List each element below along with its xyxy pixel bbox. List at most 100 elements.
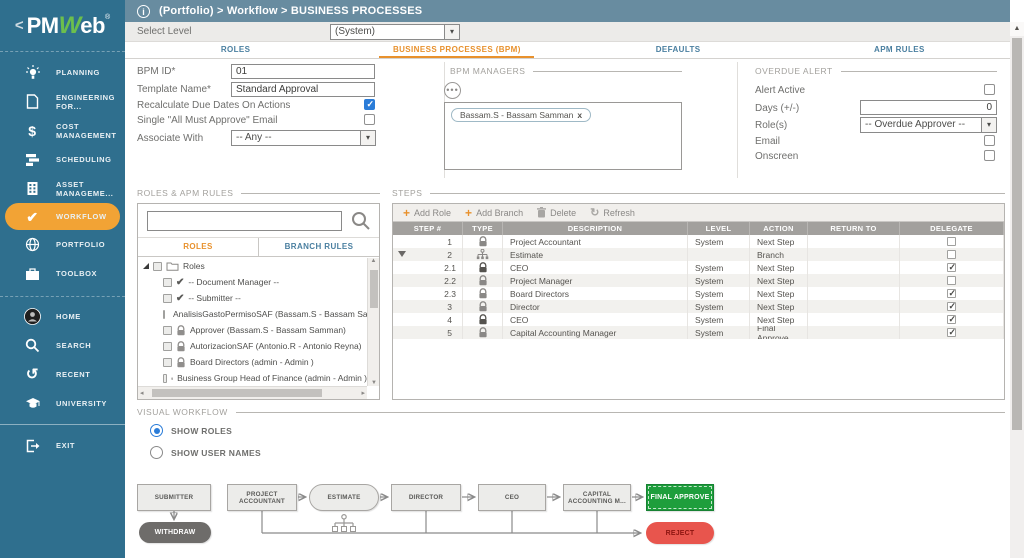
step-row[interactable]: 2.3 Board Directors System Next Step — [393, 287, 1004, 300]
recalculate-checkbox[interactable] — [364, 99, 375, 110]
bpm-id-input[interactable] — [231, 64, 375, 79]
delete-button[interactable]: Delete — [537, 207, 576, 218]
step-row[interactable]: 2.1 CEO System Next Step — [393, 261, 1004, 274]
col-action[interactable]: ACTION — [750, 222, 808, 235]
sidebar-item-university[interactable]: UNIVERSITY — [0, 389, 125, 418]
show-roles-radio[interactable] — [150, 424, 163, 437]
tab-defaults[interactable]: DEFAULTS — [568, 42, 789, 58]
node-withdraw[interactable]: WITHDRAW — [139, 522, 211, 543]
tree-vertical-scrollbar[interactable]: ▲ ▼ — [367, 258, 379, 386]
sidebar-item-portfolio[interactable]: PORTFOLIO — [0, 230, 125, 259]
col-delegate[interactable]: DELEGATE — [900, 222, 1004, 235]
add-role-button[interactable]: + Add Role — [403, 207, 451, 219]
tree-root-row[interactable]: Roles — [138, 258, 367, 274]
col-step[interactable]: STEP # — [393, 222, 463, 235]
delegate-checkbox[interactable] — [947, 262, 956, 273]
associate-with-dropdown[interactable]: -- Any -- ▾ — [231, 130, 376, 146]
tab-roles[interactable]: ROLES — [125, 42, 346, 58]
delegate-checkbox[interactable] — [947, 314, 956, 325]
overdue-roles-dropdown[interactable]: -- Overdue Approver -- ▾ — [860, 117, 997, 133]
manager-chip[interactable]: Bassam.S - Bassam Samman x — [451, 108, 592, 122]
step-row[interactable]: 3 Director System Next Step — [393, 300, 1004, 313]
days-input[interactable] — [860, 100, 997, 115]
tree-checkbox[interactable] — [163, 341, 172, 351]
add-branch-button[interactable]: + Add Branch — [465, 207, 523, 219]
tree-checkbox[interactable] — [163, 293, 172, 303]
sidebar-item-search[interactable]: SEARCH — [0, 331, 125, 360]
step-row[interactable]: 5 Capital Accounting Manager System Fina… — [393, 326, 1004, 339]
tree-checkbox[interactable] — [163, 357, 172, 367]
sidebar-item-planning[interactable]: PLANNING — [0, 58, 125, 87]
chevron-down-icon[interactable]: ▾ — [360, 131, 375, 145]
page-scrollbar[interactable]: ▲ — [1010, 22, 1024, 558]
email-checkbox[interactable] — [984, 135, 995, 146]
tab-apm-rules[interactable]: APM RULES — [789, 42, 1010, 58]
sidebar-item-engineering-forms[interactable]: ENGINEERING FOR... — [0, 87, 125, 116]
col-level[interactable]: LEVEL — [688, 222, 750, 235]
tree-item[interactable]: AutorizacionSAF (Antonio.R - Antonio Rey… — [138, 338, 367, 354]
tree-checkbox[interactable] — [153, 261, 162, 271]
collapse-row-icon[interactable] — [398, 251, 406, 257]
tree-item[interactable]: Board Directors (admin - Admin ) — [138, 354, 367, 370]
tree-checkbox[interactable] — [163, 325, 172, 335]
tree-expand-icon[interactable] — [143, 263, 149, 269]
tree-horizontal-scrollbar[interactable]: ◂ ▸ — [138, 386, 367, 399]
delegate-checkbox[interactable] — [947, 250, 956, 259]
sidebar-item-recent[interactable]: ↺ RECENT — [0, 360, 125, 389]
delegate-checkbox[interactable] — [947, 301, 956, 312]
sidebar-item-toolbox[interactable]: TOOLBOX — [0, 259, 125, 288]
delegate-checkbox[interactable] — [947, 237, 956, 246]
onscreen-checkbox[interactable] — [984, 150, 995, 161]
sidebar-item-asset-management[interactable]: ASSET MANAGEME... — [0, 174, 125, 203]
node-final-approve[interactable]: FINAL APPROVE — [646, 484, 714, 511]
tree-checkbox[interactable] — [163, 277, 172, 287]
node-capital-accounting[interactable]: CAPITAL ACCOUNTING M... — [563, 484, 631, 511]
alert-active-checkbox[interactable] — [984, 84, 995, 95]
template-name-input[interactable] — [231, 82, 375, 97]
scrollbar-thumb[interactable] — [1012, 38, 1022, 430]
sidebar-item-scheduling[interactable]: SCHEDULING — [0, 145, 125, 174]
delegate-checkbox[interactable] — [947, 276, 956, 285]
roles-search-input[interactable] — [147, 211, 342, 231]
tree-item[interactable]: ✔ -- Document Manager -- — [138, 274, 367, 290]
chip-remove-icon[interactable]: x — [577, 110, 582, 120]
bpm-managers-picker-button[interactable]: ••• — [444, 82, 461, 99]
refresh-button[interactable]: ↻ Refresh — [590, 206, 635, 219]
sidebar-item-workflow[interactable]: ✔ WORKFLOW — [5, 203, 120, 230]
scroll-up-icon[interactable]: ▲ — [1010, 22, 1024, 36]
step-row[interactable]: 4 CEO System Next Step — [393, 313, 1004, 326]
pmweb-logo[interactable]: < PM W eb ® — [0, 0, 125, 52]
col-type[interactable]: TYPE — [463, 222, 503, 235]
step-row[interactable]: 2.2 Project Manager System Next Step — [393, 274, 1004, 287]
single-email-checkbox[interactable] — [364, 114, 375, 125]
chevron-down-icon[interactable]: ▾ — [981, 118, 996, 132]
info-icon[interactable]: i — [137, 4, 150, 18]
collapse-chevron-icon[interactable]: < — [15, 17, 24, 34]
node-ceo[interactable]: CEO — [478, 484, 546, 511]
tree-item[interactable]: Approver (Bassam.S - Bassam Samman) — [138, 322, 367, 338]
node-estimate[interactable]: ESTIMATE — [309, 484, 379, 511]
step-row[interactable]: 1 Project Accountant System Next Step — [393, 235, 1004, 248]
chevron-down-icon[interactable]: ▾ — [444, 24, 459, 39]
col-description[interactable]: DESCRIPTION — [503, 222, 688, 235]
delegate-checkbox[interactable] — [947, 327, 956, 338]
node-director[interactable]: DIRECTOR — [391, 484, 461, 511]
tab-branch-rules[interactable]: BRANCH RULES — [258, 238, 379, 256]
sidebar-item-home[interactable]: HOME — [0, 302, 125, 331]
select-level-dropdown[interactable]: (System) ▾ — [330, 23, 460, 40]
search-icon[interactable] — [351, 211, 371, 236]
step-row[interactable]: 2 Estimate Branch — [393, 248, 1004, 261]
tree-checkbox[interactable] — [163, 373, 167, 383]
node-project-accountant[interactable]: PROJECT ACCOUNTANT — [227, 484, 297, 511]
tree-item[interactable]: ✔ -- Submitter -- — [138, 290, 367, 306]
sidebar-item-cost-management[interactable]: $ COST MANAGEMENT — [0, 116, 125, 145]
tree-item[interactable]: Business Group Head of Finance (admin - … — [138, 370, 367, 386]
delegate-checkbox[interactable] — [947, 288, 956, 299]
tree-item[interactable]: AnalisisGastoPermisoSAF (Bassam.S - Bass… — [138, 306, 367, 322]
tab-business-processes[interactable]: BUSINESS PROCESSES (BPM) — [346, 42, 567, 58]
col-return-to[interactable]: RETURN TO — [808, 222, 900, 235]
show-user-names-radio[interactable] — [150, 446, 163, 459]
node-reject[interactable]: REJECT — [646, 522, 714, 544]
sidebar-item-exit[interactable]: EXIT — [0, 431, 125, 460]
tab-tree-roles[interactable]: ROLES — [138, 238, 258, 256]
